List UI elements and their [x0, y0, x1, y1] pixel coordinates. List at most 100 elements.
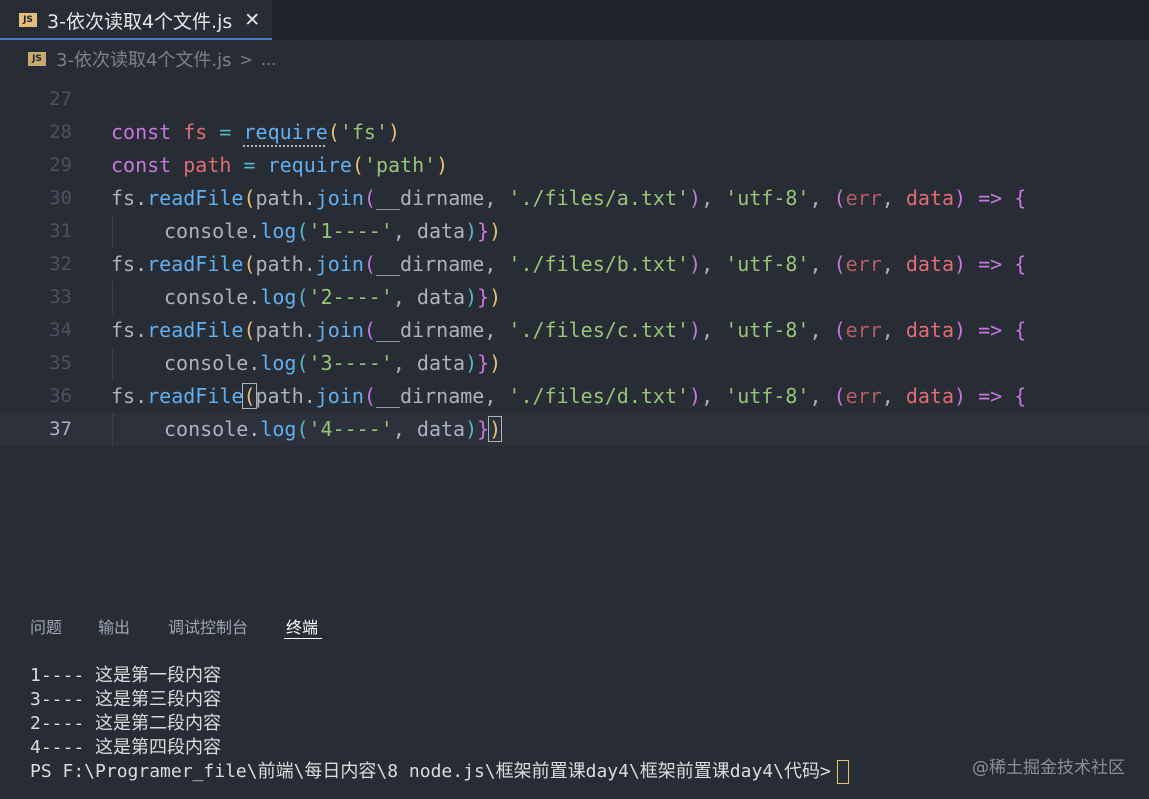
code-token: , [701, 318, 726, 342]
code-token: , [484, 252, 509, 276]
code-token: ) [488, 416, 503, 442]
code-token: data [905, 186, 955, 210]
panel-tab[interactable]: 输出 [98, 614, 130, 638]
code-token: join [315, 384, 364, 408]
code-token: ( [833, 384, 846, 408]
watermark: @稀土掘金技术社区 [972, 758, 1125, 778]
code-token: } [477, 285, 490, 309]
breadcrumb-file[interactable]: 3-依次读取4个文件.js [56, 46, 232, 72]
code-token: , [881, 384, 906, 408]
code-token: } [477, 417, 490, 441]
code-token: ) [954, 252, 967, 276]
code-line[interactable]: 28 const fs = require('fs') [0, 116, 1149, 149]
chevron-right-icon: > [239, 49, 253, 69]
indent-guide [112, 215, 113, 248]
panel-tab-bar: 问题 输出 调试控制台 终端 [0, 606, 1149, 642]
code-token: { [1014, 384, 1027, 408]
code-token: console [164, 285, 249, 309]
code-token: . [248, 351, 261, 375]
close-icon[interactable]: ✕ [244, 9, 260, 31]
code-token: ) [954, 384, 967, 408]
code-token: ) [689, 384, 702, 408]
code-line[interactable]: 32 fs.readFile(path.join(__dirname, './fi… [0, 248, 1149, 281]
code-line[interactable]: 30 fs.readFile(path.join(__dirname, './fi… [0, 182, 1149, 215]
line-number: 35 [49, 352, 72, 374]
code-token: = [219, 120, 232, 144]
code-token: readFile [147, 384, 244, 408]
code-editor[interactable]: 27 28 const fs = require('fs') 29 const path… [0, 74, 1149, 594]
tab-active-file[interactable]: JS 3-依次读取4个文件.js ✕ [0, 0, 272, 40]
code-token: ) [465, 351, 478, 375]
code-token: = [243, 153, 256, 177]
code-token: fs [111, 252, 136, 276]
code-token: data [416, 351, 466, 375]
code-token: , [484, 384, 509, 408]
code-token: require [243, 120, 328, 144]
panel-tab[interactable]: 调试控制台 [168, 614, 248, 638]
code-token: ( [363, 186, 376, 210]
code-token: console [164, 219, 249, 243]
tab-title: 3-依次读取4个文件.js [47, 10, 233, 33]
code-token: log [260, 285, 297, 309]
code-token: ( [242, 383, 257, 409]
code-token: , [392, 351, 417, 375]
code-token: ( [243, 318, 256, 342]
code-line[interactable]: 36 fs.readFile(path.join(__dirname, './fi… [0, 380, 1149, 413]
line-number: 33 [49, 286, 72, 308]
code-token: join [315, 318, 364, 342]
code-token: fs [111, 318, 136, 342]
terminal-output[interactable]: 1---- 这是第一段内容 3---- 这是第三段内容 2---- 这是第二段内… [30, 664, 1130, 784]
code-token: , [809, 252, 834, 276]
panel-tab[interactable]: 终端 [286, 614, 318, 638]
code-token: . [303, 318, 316, 342]
code-line[interactable]: 33 console.log('2----', data)}) [0, 281, 1149, 314]
code-token: } [477, 351, 490, 375]
code-line[interactable]: 37 console.log('4----', data)}) [0, 413, 1149, 446]
code-token: } [477, 219, 490, 243]
code-token: const [111, 153, 172, 177]
code-token: __dirname [375, 318, 485, 342]
panel-tab-active-indicator [284, 638, 322, 639]
code-line[interactable]: 34 fs.readFile(path.join(__dirname, './fi… [0, 314, 1149, 347]
code-token: './files/a.txt' [508, 186, 690, 210]
code-text: const fs = require('fs') [111, 116, 400, 149]
code-token: ) [954, 186, 967, 210]
code-token: ( [327, 120, 340, 144]
code-token: . [303, 252, 316, 276]
panel-tab[interactable]: 问题 [30, 614, 62, 638]
code-token: { [1014, 252, 1027, 276]
line-number: 28 [49, 121, 72, 143]
code-token: const [111, 120, 172, 144]
code-token: 'utf-8' [725, 252, 810, 276]
code-token: , [392, 285, 417, 309]
code-text: fs.readFile(path.join(__dirname, './file… [111, 314, 1026, 347]
code-token: data [905, 384, 955, 408]
breadcrumb-more[interactable]: ... [261, 50, 276, 69]
code-token: 'path' [363, 153, 437, 177]
code-token: => [978, 186, 1003, 210]
code-token: 'utf-8' [725, 186, 810, 210]
code-token: ( [363, 384, 376, 408]
terminal-prompt-line[interactable]: PS F:\Programer_file\前端\每日内容\8 node.js\框… [30, 760, 1130, 784]
line-number: 32 [49, 253, 72, 275]
code-token: ( [243, 252, 256, 276]
code-line[interactable]: 29 const path = require('path') [0, 149, 1149, 182]
code-line[interactable]: 31 console.log('1----', data)}) [0, 215, 1149, 248]
code-token: . [135, 186, 148, 210]
code-text: console.log('4----', data)}) [164, 413, 503, 446]
code-token: path [183, 153, 232, 177]
code-line[interactable]: 27 [0, 83, 1149, 116]
terminal-cursor [836, 760, 849, 784]
line-number: 29 [49, 154, 72, 176]
code-token: require [267, 153, 352, 177]
code-line[interactable]: 35 console.log('3----', data)}) [0, 347, 1149, 380]
code-token: . [135, 384, 148, 408]
code-token: ( [833, 318, 846, 342]
